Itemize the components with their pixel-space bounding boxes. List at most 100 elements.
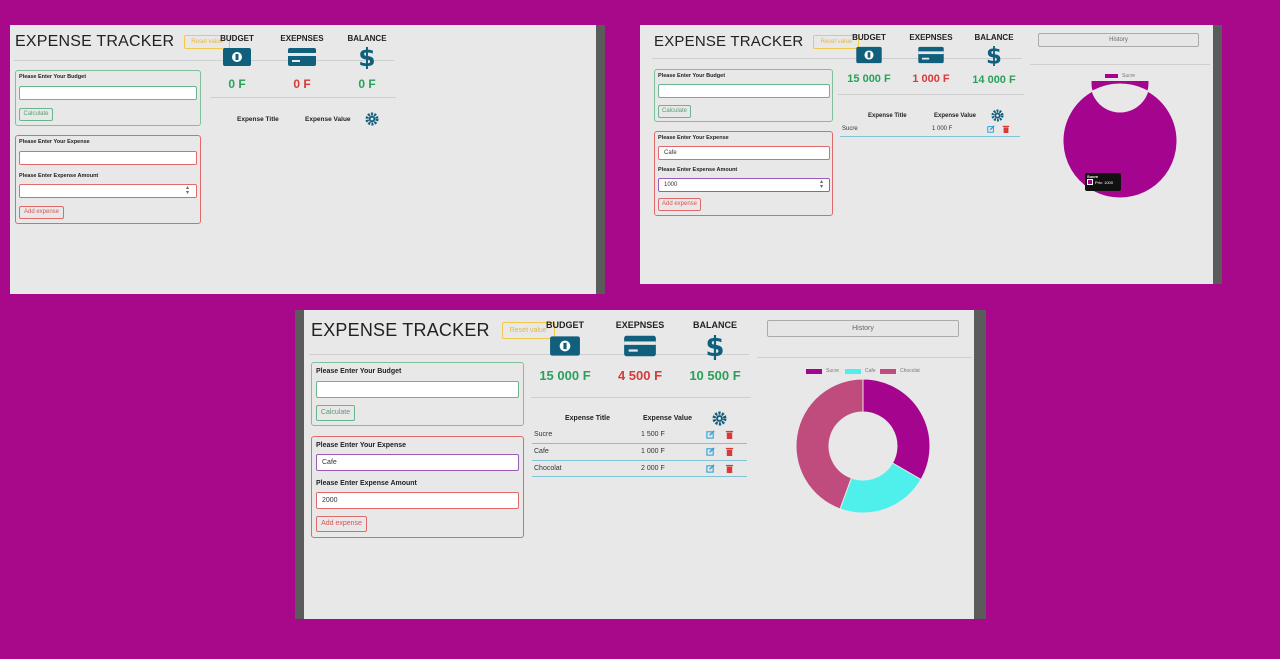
expenses-value: 0 F [293, 77, 311, 91]
gear-icon[interactable] [712, 411, 727, 426]
stats-divider [210, 97, 396, 98]
donut-slice-sucre[interactable] [862, 378, 931, 481]
budget-input-label: Please Enter Your Budget [316, 368, 402, 375]
budget-stat: BUDGET 0 F [216, 34, 258, 91]
legend-item-chocolat[interactable]: Chocolat [880, 368, 920, 374]
row-title: Cafe [534, 448, 549, 455]
history-button[interactable]: History [767, 320, 959, 337]
balance-stat: BALANCE $ 14 000 F [968, 33, 1020, 86]
gear-icon[interactable] [991, 109, 1004, 122]
dollar-icon: $ [705, 331, 724, 363]
row-value: 1 000 F [932, 126, 953, 132]
expenses-stat: EXEPNSES 0 F [280, 34, 324, 91]
calculate-button[interactable]: Calculate [316, 405, 355, 421]
gear-icon[interactable] [365, 112, 379, 126]
edit-icon[interactable] [706, 464, 715, 473]
amount-input[interactable] [19, 184, 197, 198]
balance-value: 14 000 F [972, 74, 1016, 86]
col-expense-title: Expense Title [237, 116, 279, 123]
balance-label: BALANCE [974, 33, 1014, 42]
tooltip-row: Prix: 1000 [1087, 179, 1119, 185]
svg-text:$: $ [705, 332, 724, 360]
expenses-stat: EXEPNSES 1 000 F [908, 33, 954, 85]
legend-item-cafe[interactable]: Cafe [845, 368, 876, 374]
edit-icon[interactable] [987, 125, 995, 133]
add-expense-button[interactable]: Add expense [19, 206, 64, 219]
amount-stepper[interactable]: ▴ ▾ [186, 185, 189, 196]
budget-input[interactable] [316, 381, 519, 398]
money-bill-icon [223, 48, 251, 66]
screenshot-initial: EXPENSE TRACKER Reset value BUDGET 0 F E… [10, 25, 605, 294]
row-title: Sucre [534, 431, 553, 438]
app-title: EXPENSE TRACKER [311, 320, 490, 340]
credit-card-icon [288, 48, 316, 66]
window-edge-right [974, 310, 986, 619]
legend-label: Cafe [865, 368, 876, 374]
row-divider [840, 136, 1020, 137]
budget-label: BUDGET [546, 320, 584, 330]
amount-stepper[interactable]: ▴ ▾ [820, 179, 823, 190]
legend-item-sucre[interactable]: Sucre [806, 368, 839, 374]
legend-swatch [806, 368, 822, 374]
calculate-button[interactable]: Calculate [658, 105, 691, 118]
balance-stat: BALANCE $ 10 500 F [684, 320, 746, 383]
budget-input[interactable] [658, 84, 830, 98]
svg-text:$: $ [986, 44, 1002, 66]
header-divider [309, 354, 749, 355]
budget-label: BUDGET [852, 33, 886, 42]
legend-item-sucre[interactable]: Sucre [1105, 73, 1135, 79]
expenses-value: 4 500 F [617, 368, 663, 383]
amount-input-label: Please Enter Expense Amount [658, 167, 738, 173]
col-expense-value: Expense Value [643, 415, 693, 422]
budget-stat: BUDGET 15 000 F [843, 33, 895, 85]
col-expense-title: Expense Title [565, 415, 611, 422]
edit-icon[interactable] [706, 430, 715, 439]
tooltip-swatch [1087, 179, 1093, 185]
expense-input[interactable] [19, 151, 197, 165]
trash-icon[interactable] [725, 430, 734, 439]
money-bill-icon [856, 46, 882, 64]
row-value: 1 500 F [641, 431, 665, 438]
balance-stat: BALANCE $ 0 F [347, 34, 387, 91]
amount-input[interactable]: 2000 [316, 492, 519, 509]
history-button[interactable]: History [1038, 33, 1199, 47]
budget-label: BUDGET [220, 34, 254, 43]
amount-input[interactable]: 1000 [658, 178, 830, 192]
header-divider [652, 58, 1022, 59]
budget-stat: BUDGET 15 000 F [535, 320, 595, 383]
chart-divider [757, 357, 972, 358]
chart-tooltip: Sucre Prix: 1000 [1085, 173, 1121, 191]
amount-input-label: Please Enter Expense Amount [316, 480, 417, 487]
stats-divider [838, 94, 1024, 95]
chart-divider [1030, 64, 1210, 65]
budget-input[interactable] [19, 86, 197, 100]
expense-input[interactable]: Cafe [316, 454, 519, 471]
money-bill-icon [550, 336, 580, 356]
dollar-icon: $ [358, 43, 375, 72]
budget-value: 0 F [228, 77, 246, 91]
add-expense-button[interactable]: Add expense [658, 198, 701, 211]
legend-swatch [1105, 74, 1118, 78]
legend-swatch [880, 368, 896, 374]
budget-value: 15 000 F [847, 73, 891, 85]
trash-icon[interactable] [1002, 125, 1010, 133]
credit-card-icon [918, 46, 944, 64]
app-title: EXPENSE TRACKER [654, 33, 804, 50]
calculate-button[interactable]: Calculate [19, 108, 53, 121]
legend-swatch [845, 368, 861, 374]
window-edge-left [295, 310, 304, 619]
add-expense-button[interactable]: Add expense [316, 516, 367, 532]
expense-input[interactable]: Cafe [658, 146, 830, 160]
legend-label: Sucre [1122, 73, 1136, 79]
budget-input-label: Please Enter Your Budget [19, 74, 87, 80]
balance-value: 10 500 F [689, 368, 741, 383]
legend-label: Sucre [826, 368, 840, 374]
expenses-value: 1 000 F [912, 73, 950, 85]
edit-icon[interactable] [706, 447, 715, 456]
expenses-label: EXEPNSES [615, 320, 665, 330]
budget-input-label: Please Enter Your Budget [658, 73, 726, 79]
row-divider [532, 476, 747, 477]
window-edge [1213, 25, 1222, 284]
trash-icon[interactable] [725, 447, 734, 456]
trash-icon[interactable] [725, 464, 734, 473]
